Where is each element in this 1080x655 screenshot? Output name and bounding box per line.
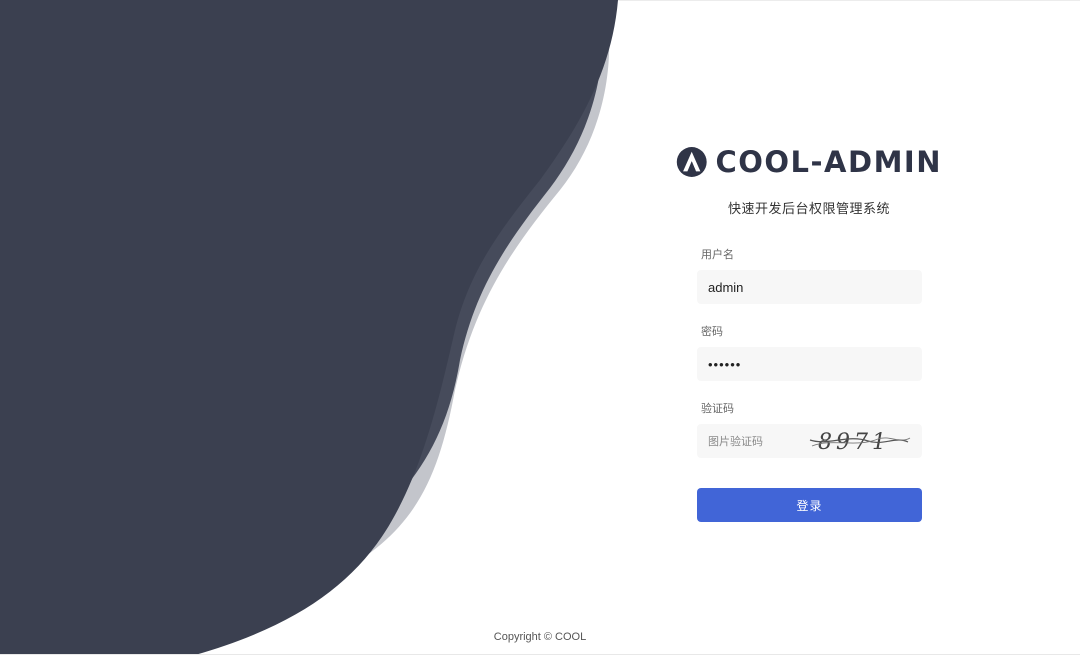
password-value: •••••• [708, 356, 742, 372]
brand-name: COOL-ADMIN [715, 145, 942, 179]
captcha-input[interactable]: 图片验证码 8971 [697, 424, 922, 458]
copyright-text: Copyright © COOL [493, 631, 587, 643]
username-label: 用户名 [701, 249, 734, 261]
brand-subtitle: 快速开发后台权限管理系统 [727, 201, 890, 216]
login-form: 用户名 admin 密码 •••••• 验证码 图片验证码 8971 登录 [697, 248, 922, 522]
login-panel: COOL-ADMIN 快速开发后台权限管理系统 用户名 admin 密码 •••… [676, 140, 942, 522]
login-page: COOL-ADMIN 快速开发后台权限管理系统 用户名 admin 密码 •••… [0, 0, 1080, 655]
cool-admin-logo-icon [676, 147, 707, 177]
username-value: admin [708, 279, 744, 295]
password-label: 密码 [701, 326, 723, 338]
captcha-label: 验证码 [701, 403, 734, 415]
login-button[interactable]: 登录 [697, 488, 922, 522]
brand-header: COOL-ADMIN [676, 140, 942, 184]
captcha-placeholder: 图片验证码 [708, 436, 763, 448]
username-group: 用户名 admin [697, 248, 922, 304]
captcha-image[interactable]: 8971 [808, 428, 912, 454]
captcha-group: 验证码 图片验证码 8971 [697, 402, 922, 458]
password-group: 密码 •••••• [697, 325, 922, 381]
username-input[interactable]: admin [697, 270, 922, 304]
password-input[interactable]: •••••• [697, 347, 922, 381]
